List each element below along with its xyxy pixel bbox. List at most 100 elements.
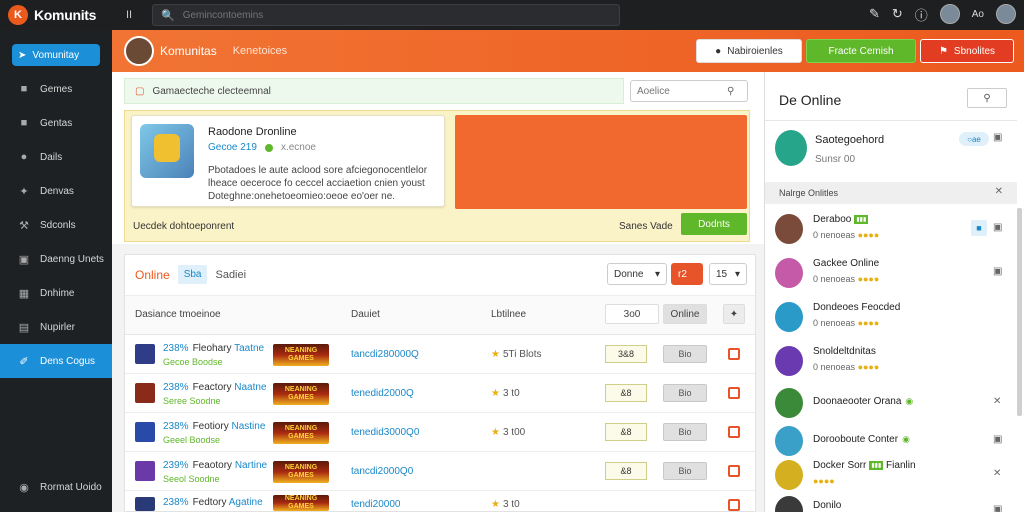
table-row[interactable]: 238% Feactory Naatne Seree Soodne NEANING…	[125, 374, 755, 413]
filter-badge[interactable]: r2	[671, 263, 703, 285]
table-row[interactable]: 238% Fleohary Taatne Gecoe Boodse NEANING…	[125, 335, 755, 374]
sidebar-item-sdconls[interactable]: ⚒ Sdconls	[0, 208, 112, 242]
friend-name: Deraboo ▮▮▮	[813, 214, 869, 225]
window-icon[interactable]: ▣	[993, 266, 1002, 277]
friend-item[interactable]: Deraboo ▮▮▮ 0 nenoeas ●●●● ■ ▣	[765, 208, 1017, 252]
main-search[interactable]: ⚲	[630, 80, 748, 102]
share-button[interactable]: ⚑ Sbnolites	[920, 39, 1014, 63]
column-header[interactable]: Lbtilnee	[491, 309, 526, 320]
sidebar-header-label: Vomunitay	[32, 49, 80, 61]
sidebar-item-dails[interactable]: ● Dails	[0, 140, 112, 174]
current-user-badge[interactable]: ○ae	[959, 132, 989, 146]
main-search-input[interactable]	[637, 85, 727, 97]
sort-select[interactable]: Donne ▾	[607, 263, 667, 285]
pen-icon[interactable]: ✎	[869, 6, 880, 22]
column-header-box[interactable]: 3o0	[605, 304, 659, 324]
scrollbar[interactable]	[1017, 208, 1022, 416]
row-link[interactable]: tenedid3000Q0	[351, 427, 419, 438]
filter-badge-value: r2	[678, 268, 687, 280]
page-size-select[interactable]: 15 ▾	[709, 263, 747, 285]
table-row[interactable]: 238% Feotiory Nastine Geeel Boodse NEANIN…	[125, 413, 755, 452]
window-icon[interactable]: ▣	[993, 434, 1002, 445]
row-name: 238% Feactory Naatne	[163, 382, 267, 393]
window-icon[interactable]: ▣	[993, 222, 1002, 233]
friend-status-text: 0 nenoeas	[813, 230, 856, 240]
logo-mark: K	[8, 5, 28, 25]
divider	[765, 120, 1017, 121]
close-icon[interactable]: ✕	[995, 186, 1003, 197]
sidebar-item-daenng-unets[interactable]: ▣ Daenng Unets	[0, 242, 112, 276]
global-search-input[interactable]	[182, 9, 583, 21]
friend-item[interactable]: Donilo ▣	[765, 490, 1017, 512]
tab-mid[interactable]: Sba	[177, 265, 208, 284]
featured-game-card[interactable]: Raodone Dronline Gecoe 219 x.ecnoe Pbota…	[131, 115, 445, 207]
row-link[interactable]: tenedid2000Q	[351, 388, 414, 399]
sidebar-item-dnhime[interactable]: ▦ Dnhime	[0, 276, 112, 310]
friend-avatar	[775, 214, 803, 244]
sidebar-item-label: Dens Cogus	[40, 355, 96, 367]
friend-item[interactable]: Snoldeltdnitas 0 nenoeas ●●●●	[765, 340, 1017, 384]
notifications-button[interactable]: ● Nabiroienles	[696, 39, 802, 63]
row-action-icon[interactable]	[728, 499, 740, 511]
row-button[interactable]: Bio	[663, 345, 707, 363]
info-icon[interactable]: ⓘ	[915, 5, 928, 24]
row-link[interactable]: tendi20000	[351, 499, 401, 510]
online-search-button[interactable]: ⚲	[967, 88, 1007, 108]
tab-plain[interactable]: Sadiei	[215, 269, 246, 281]
row-link[interactable]: tancdi2000Q0	[351, 466, 413, 477]
sidebar-header[interactable]: ➤ Vomunitay	[12, 44, 100, 66]
row-button[interactable]: Bio	[663, 384, 707, 402]
app-logo[interactable]: K Komunits	[0, 5, 126, 25]
profile-avatar[interactable]	[996, 4, 1016, 24]
table-row[interactable]: 238% Fedtory Agatine NEANING GAMES tendi2…	[125, 491, 755, 512]
close-icon[interactable]: ▣	[993, 132, 1002, 143]
sidebar-item-dens-cogus[interactable]: ✐ Dens Cogus	[0, 344, 112, 378]
pin-icon[interactable]: ✦	[723, 304, 745, 324]
app-name: Komunits	[34, 7, 97, 23]
row-link[interactable]: tancdi280000Q	[351, 349, 419, 360]
sidebar-item-denvas[interactable]: ✦ Denvas	[0, 174, 112, 208]
community-avatar[interactable]	[124, 36, 154, 66]
featured-footer-right: Sanes Vade	[619, 221, 673, 232]
row-id: 238%	[163, 343, 189, 354]
refresh-icon[interactable]: ↻	[892, 6, 903, 22]
column-header-online[interactable]: Online	[663, 304, 707, 324]
row-keyword: Nastine	[231, 421, 266, 432]
row-action-icon[interactable]	[728, 387, 740, 399]
friend-status-text: 0 nenoeas	[813, 318, 856, 328]
chat-icon: ●	[20, 151, 28, 163]
row-action-icon[interactable]	[728, 348, 740, 360]
notifications-button-label: Nabiroienles	[727, 45, 783, 57]
sidebar-item-gentas[interactable]: ■ Gentas	[0, 106, 112, 140]
close-icon[interactable]: ✕	[993, 468, 1001, 479]
row-keyword: Agatine	[228, 497, 263, 508]
row-button[interactable]: Bio	[663, 462, 707, 480]
close-icon[interactable]: ✕	[993, 396, 1001, 407]
global-search[interactable]: 🔍	[152, 4, 620, 26]
row-stat-value: 3 t0	[502, 388, 520, 399]
friend-item[interactable]: Gackee Online 0 nenoeas ●●●● ▣	[765, 252, 1017, 296]
row-button[interactable]: Bio	[663, 423, 707, 441]
message-icon[interactable]: ■	[971, 220, 987, 236]
table-row[interactable]: 239% Feaotory Nartine Seeol Soodne NEANIN…	[125, 452, 755, 491]
sidebar-item-bottom[interactable]: ◉ Rormat Uoido	[0, 470, 102, 504]
column-header[interactable]: Dasiance tmoeinoe	[135, 309, 221, 320]
create-button[interactable]: Fracte Cemish	[806, 39, 916, 63]
column-header[interactable]: Dauiet	[351, 309, 380, 320]
row-action-icon[interactable]	[728, 426, 740, 438]
game-thumbnail	[135, 422, 155, 442]
search-icon: ⚲	[727, 85, 735, 97]
sidebar-item-gemes[interactable]: ■ Gemes	[0, 72, 112, 106]
friend-status-text: Fianlin	[886, 460, 916, 471]
row-action-icon[interactable]	[728, 465, 740, 477]
friend-avatar	[775, 388, 803, 418]
window-icon[interactable]: ▣	[993, 504, 1002, 512]
row-sub: Seree Soodne	[163, 396, 221, 406]
tab-online[interactable]: Online	[135, 268, 170, 282]
featured-action-button[interactable]: Dodnts	[681, 213, 747, 235]
featured-banner[interactable]	[455, 115, 747, 209]
friend-item[interactable]: Dondeoes Feocded 0 nenoeas ●●●●	[765, 296, 1017, 340]
sidebar-item-nupirler[interactable]: ▤ Nupirler	[0, 310, 112, 344]
user-avatar[interactable]	[939, 4, 960, 24]
pause-icon[interactable]: II	[126, 9, 132, 21]
